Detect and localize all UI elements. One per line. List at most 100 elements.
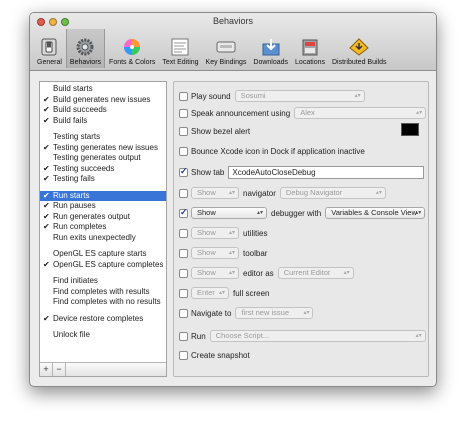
bezel-checkbox[interactable] [179,126,188,136]
behavior-list-item[interactable]: ✔ Run generates output [40,212,166,223]
tab-label: Distributed Builds [332,59,387,66]
bezel-color-well[interactable] [401,123,419,136]
window-title: Behaviors [212,16,254,26]
checkmark-icon: ✔ [43,211,50,221]
speak-checkbox[interactable] [179,108,188,118]
sound-popup[interactable]: Sosumi ▴▾ [234,90,365,102]
behavior-list-item[interactable]: Testing generates output [40,153,166,164]
behavior-list-item[interactable]: ✔ Run starts [40,190,166,201]
behavior-list-item[interactable]: Run exits unexpectedly [40,233,166,244]
bezel-label: Show bezel alert [191,126,251,136]
distributed-builds-icon [348,37,370,57]
tab-key-bindings[interactable]: Key Bindings [203,29,250,68]
navigator-popup[interactable]: Debug Navigator ▴▾ [279,187,386,199]
tab-label: Behaviors [69,59,102,66]
debugger-view-popup[interactable]: Variables & Console View ▴▾ [325,207,426,219]
behavior-list-item[interactable]: ✔ Run completes [40,222,166,233]
navigator-mode-popup[interactable]: Show ▴▾ [191,187,239,199]
editor-mode-popup[interactable]: Show ▴▾ [191,267,239,279]
utilities-row: Show ▴▾ utilities [179,226,267,240]
debugger-mode-popup[interactable]: Show ▴▾ [191,207,267,219]
navigate-label: Navigate to [191,308,232,318]
behavior-list-item[interactable]: Testing starts [40,132,166,143]
fullscreen-mode-popup[interactable]: Enter ▴▾ [191,287,229,299]
toolbar-mode-popup[interactable]: Show ▴▾ [191,247,239,259]
behavior-list-item[interactable]: Find completes with results [40,287,166,298]
tab-downloads[interactable]: Downloads [250,29,291,68]
behavior-list-item[interactable]: ✔ Testing succeeds [40,164,166,175]
preferences-toolbar: General Behaviors Fonts & Colors Text Ed… [34,29,389,68]
utilities-mode-popup[interactable]: Show ▴▾ [191,227,239,239]
preferences-window: Behaviors General Behaviors Fonts & Colo… [29,12,437,387]
navigator-mode-value: Show [197,188,216,197]
tab-text-editing[interactable]: Text Editing [159,29,201,68]
behavior-list-item[interactable]: ✔ Testing fails [40,174,166,185]
editor-mode-value: Show [197,268,216,277]
popup-arrows-icon: ▴▾ [228,230,235,236]
behavior-list-item[interactable]: Unlock file [40,330,166,341]
snapshot-checkbox[interactable] [179,350,188,360]
show-tab-checkbox[interactable] [179,166,188,177]
checkmark-icon: ✔ [43,115,50,125]
popup-arrows-icon: ▴▾ [228,250,235,256]
locations-icon [299,37,321,57]
behavior-list-item[interactable]: Find completes with no results [40,297,166,308]
run-script-checkbox[interactable] [179,331,188,341]
popup-arrows-icon: ▴▾ [256,210,263,216]
behavior-list-item[interactable]: Build starts [40,84,166,95]
checkmark-icon: ✔ [43,105,50,114]
play-sound-checkbox[interactable] [179,91,188,101]
behavior-list-item[interactable]: ✔ Device restore completes [40,314,166,325]
tab-label: Downloads [253,59,289,66]
behavior-list-item[interactable]: ✔ Testing generates new issues [40,143,166,154]
behaviors-list-items: Build starts ✔ Build generates new issues ✔… [40,82,166,362]
tab-locations[interactable]: Locations [292,29,328,68]
behavior-item-label: Run completes [53,222,107,231]
tab-behaviors[interactable]: Behaviors [65,29,106,68]
text-editing-icon [169,37,191,57]
voice-popup[interactable]: Alex ▴▾ [294,107,427,119]
navigate-checkbox[interactable] [179,308,188,318]
tab-name-field[interactable]: XcodeAutoCloseDebug [228,165,425,179]
behavior-item-label: Unlock file [53,330,90,339]
behavior-item-label: Find initiates [53,276,98,285]
behavior-list-item[interactable]: ✔ Build generates new issues [40,95,166,106]
debugger-checkbox[interactable] [179,207,188,218]
behavior-list-item[interactable]: Find initiates [40,276,166,287]
navigator-checkbox[interactable] [179,188,188,198]
bounce-checkbox[interactable] [179,146,188,156]
behavior-list-item[interactable]: ✔ Build fails [40,116,166,127]
voice-value: Alex [300,108,315,117]
bounce-row: Bounce Xcode icon in Dock if application… [179,144,365,158]
popup-arrows-icon: ▴▾ [416,110,423,116]
script-value: Choose Script... [215,331,270,340]
tab-distributed-builds[interactable]: Distributed Builds [329,29,389,68]
run-script-label: Run [191,331,206,341]
remove-behavior-button[interactable]: − [53,363,66,376]
debugger-row: Show ▴▾ debugger with Variables & Consol… [179,206,429,220]
snapshot-label: Create snapshot [191,350,250,360]
behavior-list-item[interactable]: OpenGL ES capture starts [40,249,166,260]
editor-checkbox[interactable] [179,268,188,278]
behavior-list-item[interactable]: ✔ OpenGL ES capture completes [40,260,166,271]
utilities-checkbox[interactable] [179,228,188,238]
editor-popup[interactable]: Current Editor ▴▾ [277,267,354,279]
navigator-label: navigator [243,188,276,198]
script-popup[interactable]: Choose Script... ▴▾ [209,330,426,342]
tab-fonts-colors[interactable]: Fonts & Colors [106,29,158,68]
gear-icon [74,37,96,57]
behavior-item-label: Device restore completes [53,313,144,323]
toolbar-label: toolbar [243,248,268,258]
tab-general[interactable]: General [34,29,65,68]
behavior-list-item[interactable]: ✔ Build succeeds [40,105,166,116]
checkmark-icon: ✔ [43,190,50,200]
utilities-label: utilities [243,228,268,238]
add-behavior-button[interactable]: + [40,363,53,376]
popup-arrows-icon: ▴▾ [375,190,382,196]
toolbar-checkbox[interactable] [179,248,188,258]
navigate-popup[interactable]: first new issue ▴▾ [235,307,314,319]
show-tab-row: Show tab XcodeAutoCloseDebug [179,165,425,179]
fullscreen-checkbox[interactable] [179,288,188,298]
behavior-list-item[interactable]: ✔ Run pauses [40,201,166,212]
keyboard-icon [215,37,237,57]
